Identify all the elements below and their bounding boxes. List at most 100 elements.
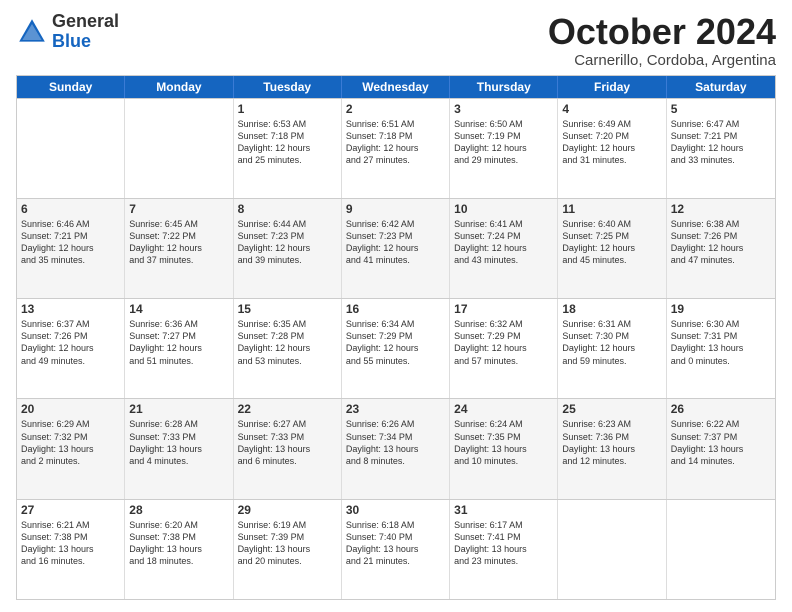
calendar-header: SundayMondayTuesdayWednesdayThursdayFrid… [17, 76, 775, 98]
cell-detail: Sunrise: 6:44 AM Sunset: 7:23 PM Dayligh… [238, 218, 337, 267]
calendar-cell: 5 Sunrise: 6:47 AM Sunset: 7:21 PM Daylig… [667, 99, 775, 198]
cell-detail: Sunrise: 6:19 AM Sunset: 7:39 PM Dayligh… [238, 519, 337, 568]
cell-detail: Sunrise: 6:21 AM Sunset: 7:38 PM Dayligh… [21, 519, 120, 568]
cell-detail: Sunrise: 6:24 AM Sunset: 7:35 PM Dayligh… [454, 418, 553, 467]
cell-detail: Sunrise: 6:22 AM Sunset: 7:37 PM Dayligh… [671, 418, 771, 467]
calendar-cell: 22 Sunrise: 6:27 AM Sunset: 7:33 PM Dayli… [234, 399, 342, 498]
day-number: 2 [346, 102, 445, 116]
day-number: 10 [454, 202, 553, 216]
day-number: 15 [238, 302, 337, 316]
cell-detail: Sunrise: 6:41 AM Sunset: 7:24 PM Dayligh… [454, 218, 553, 267]
cell-detail: Sunrise: 6:18 AM Sunset: 7:40 PM Dayligh… [346, 519, 445, 568]
day-number: 7 [129, 202, 228, 216]
calendar-cell: 26 Sunrise: 6:22 AM Sunset: 7:37 PM Dayli… [667, 399, 775, 498]
logo-text: General Blue [52, 12, 119, 52]
day-number: 20 [21, 402, 120, 416]
cell-detail: Sunrise: 6:38 AM Sunset: 7:26 PM Dayligh… [671, 218, 771, 267]
calendar-day-header: Saturday [667, 76, 775, 98]
calendar-cell: 12 Sunrise: 6:38 AM Sunset: 7:26 PM Dayli… [667, 199, 775, 298]
cell-detail: Sunrise: 6:32 AM Sunset: 7:29 PM Dayligh… [454, 318, 553, 367]
page: General Blue October 2024 Carnerillo, Co… [0, 0, 792, 612]
calendar-cell: 15 Sunrise: 6:35 AM Sunset: 7:28 PM Dayli… [234, 299, 342, 398]
cell-detail: Sunrise: 6:53 AM Sunset: 7:18 PM Dayligh… [238, 118, 337, 167]
calendar-cell: 21 Sunrise: 6:28 AM Sunset: 7:33 PM Dayli… [125, 399, 233, 498]
calendar-cell: 2Sunrise: 6:51 AM Sunset: 7:18 PM Daylig… [342, 99, 450, 198]
calendar-cell: 19 Sunrise: 6:30 AM Sunset: 7:31 PM Dayli… [667, 299, 775, 398]
header: General Blue October 2024 Carnerillo, Co… [16, 12, 776, 69]
cell-detail: Sunrise: 6:42 AM Sunset: 7:23 PM Dayligh… [346, 218, 445, 267]
calendar-cell: 25Sunrise: 6:23 AM Sunset: 7:36 PM Dayli… [558, 399, 666, 498]
day-number: 4 [562, 102, 661, 116]
calendar-day-header: Thursday [450, 76, 558, 98]
cell-detail: Sunrise: 6:45 AM Sunset: 7:22 PM Dayligh… [129, 218, 228, 267]
day-number: 29 [238, 503, 337, 517]
cell-detail: Sunrise: 6:28 AM Sunset: 7:33 PM Dayligh… [129, 418, 228, 467]
day-number: 30 [346, 503, 445, 517]
day-number: 27 [21, 503, 120, 517]
cell-detail: Sunrise: 6:40 AM Sunset: 7:25 PM Dayligh… [562, 218, 661, 267]
calendar-cell: 28Sunrise: 6:20 AM Sunset: 7:38 PM Dayli… [125, 500, 233, 599]
calendar-cell: 16 Sunrise: 6:34 AM Sunset: 7:29 PM Dayli… [342, 299, 450, 398]
calendar-day-header: Wednesday [342, 76, 450, 98]
subtitle: Carnerillo, Cordoba, Argentina [548, 52, 776, 69]
cell-detail: Sunrise: 6:34 AM Sunset: 7:29 PM Dayligh… [346, 318, 445, 367]
cell-detail: Sunrise: 6:27 AM Sunset: 7:33 PM Dayligh… [238, 418, 337, 467]
title-block: October 2024 Carnerillo, Cordoba, Argent… [548, 12, 776, 69]
cell-detail: Sunrise: 6:47 AM Sunset: 7:21 PM Dayligh… [671, 118, 771, 167]
day-number: 1 [238, 102, 337, 116]
calendar-cell: 13Sunrise: 6:37 AM Sunset: 7:26 PM Dayli… [17, 299, 125, 398]
day-number: 6 [21, 202, 120, 216]
day-number: 5 [671, 102, 771, 116]
main-title: October 2024 [548, 12, 776, 52]
calendar-week: 20 Sunrise: 6:29 AM Sunset: 7:32 PM Dayli… [17, 398, 775, 498]
cell-detail: Sunrise: 6:37 AM Sunset: 7:26 PM Dayligh… [21, 318, 120, 367]
cell-detail: Sunrise: 6:29 AM Sunset: 7:32 PM Dayligh… [21, 418, 120, 467]
calendar-cell: 6Sunrise: 6:46 AM Sunset: 7:21 PM Daylig… [17, 199, 125, 298]
day-number: 22 [238, 402, 337, 416]
calendar-cell: 4 Sunrise: 6:49 AM Sunset: 7:20 PM Daylig… [558, 99, 666, 198]
day-number: 21 [129, 402, 228, 416]
calendar-week: 6Sunrise: 6:46 AM Sunset: 7:21 PM Daylig… [17, 198, 775, 298]
calendar-cell: 9Sunrise: 6:42 AM Sunset: 7:23 PM Daylig… [342, 199, 450, 298]
day-number: 24 [454, 402, 553, 416]
calendar-cell: 14Sunrise: 6:36 AM Sunset: 7:27 PM Dayli… [125, 299, 233, 398]
cell-detail: Sunrise: 6:31 AM Sunset: 7:30 PM Dayligh… [562, 318, 661, 367]
calendar-cell: 23Sunrise: 6:26 AM Sunset: 7:34 PM Dayli… [342, 399, 450, 498]
calendar-week: 13Sunrise: 6:37 AM Sunset: 7:26 PM Dayli… [17, 298, 775, 398]
calendar-cell: 30 Sunrise: 6:18 AM Sunset: 7:40 PM Dayli… [342, 500, 450, 599]
calendar-cell: 20 Sunrise: 6:29 AM Sunset: 7:32 PM Dayli… [17, 399, 125, 498]
calendar-body: 1 Sunrise: 6:53 AM Sunset: 7:18 PM Daylig… [17, 98, 775, 599]
day-number: 31 [454, 503, 553, 517]
cell-detail: Sunrise: 6:49 AM Sunset: 7:20 PM Dayligh… [562, 118, 661, 167]
calendar-day-header: Monday [125, 76, 233, 98]
day-number: 26 [671, 402, 771, 416]
calendar: SundayMondayTuesdayWednesdayThursdayFrid… [16, 75, 776, 600]
calendar-week: 27 Sunrise: 6:21 AM Sunset: 7:38 PM Dayli… [17, 499, 775, 599]
calendar-week: 1 Sunrise: 6:53 AM Sunset: 7:18 PM Daylig… [17, 98, 775, 198]
day-number: 28 [129, 503, 228, 517]
calendar-cell: 11Sunrise: 6:40 AM Sunset: 7:25 PM Dayli… [558, 199, 666, 298]
cell-detail: Sunrise: 6:36 AM Sunset: 7:27 PM Dayligh… [129, 318, 228, 367]
calendar-day-header: Sunday [17, 76, 125, 98]
cell-detail: Sunrise: 6:23 AM Sunset: 7:36 PM Dayligh… [562, 418, 661, 467]
day-number: 19 [671, 302, 771, 316]
cell-detail: Sunrise: 6:35 AM Sunset: 7:28 PM Dayligh… [238, 318, 337, 367]
logo-icon [16, 16, 48, 48]
calendar-cell: 10 Sunrise: 6:41 AM Sunset: 7:24 PM Dayli… [450, 199, 558, 298]
calendar-day-header: Tuesday [234, 76, 342, 98]
calendar-cell: 24 Sunrise: 6:24 AM Sunset: 7:35 PM Dayli… [450, 399, 558, 498]
day-number: 8 [238, 202, 337, 216]
calendar-cell [667, 500, 775, 599]
calendar-cell: 31Sunrise: 6:17 AM Sunset: 7:41 PM Dayli… [450, 500, 558, 599]
calendar-cell: 7 Sunrise: 6:45 AM Sunset: 7:22 PM Daylig… [125, 199, 233, 298]
calendar-cell [17, 99, 125, 198]
calendar-day-header: Friday [558, 76, 666, 98]
calendar-cell [558, 500, 666, 599]
day-number: 16 [346, 302, 445, 316]
day-number: 23 [346, 402, 445, 416]
day-number: 12 [671, 202, 771, 216]
cell-detail: Sunrise: 6:30 AM Sunset: 7:31 PM Dayligh… [671, 318, 771, 367]
logo-general: General [52, 12, 119, 32]
logo: General Blue [16, 12, 119, 52]
calendar-cell: 17Sunrise: 6:32 AM Sunset: 7:29 PM Dayli… [450, 299, 558, 398]
